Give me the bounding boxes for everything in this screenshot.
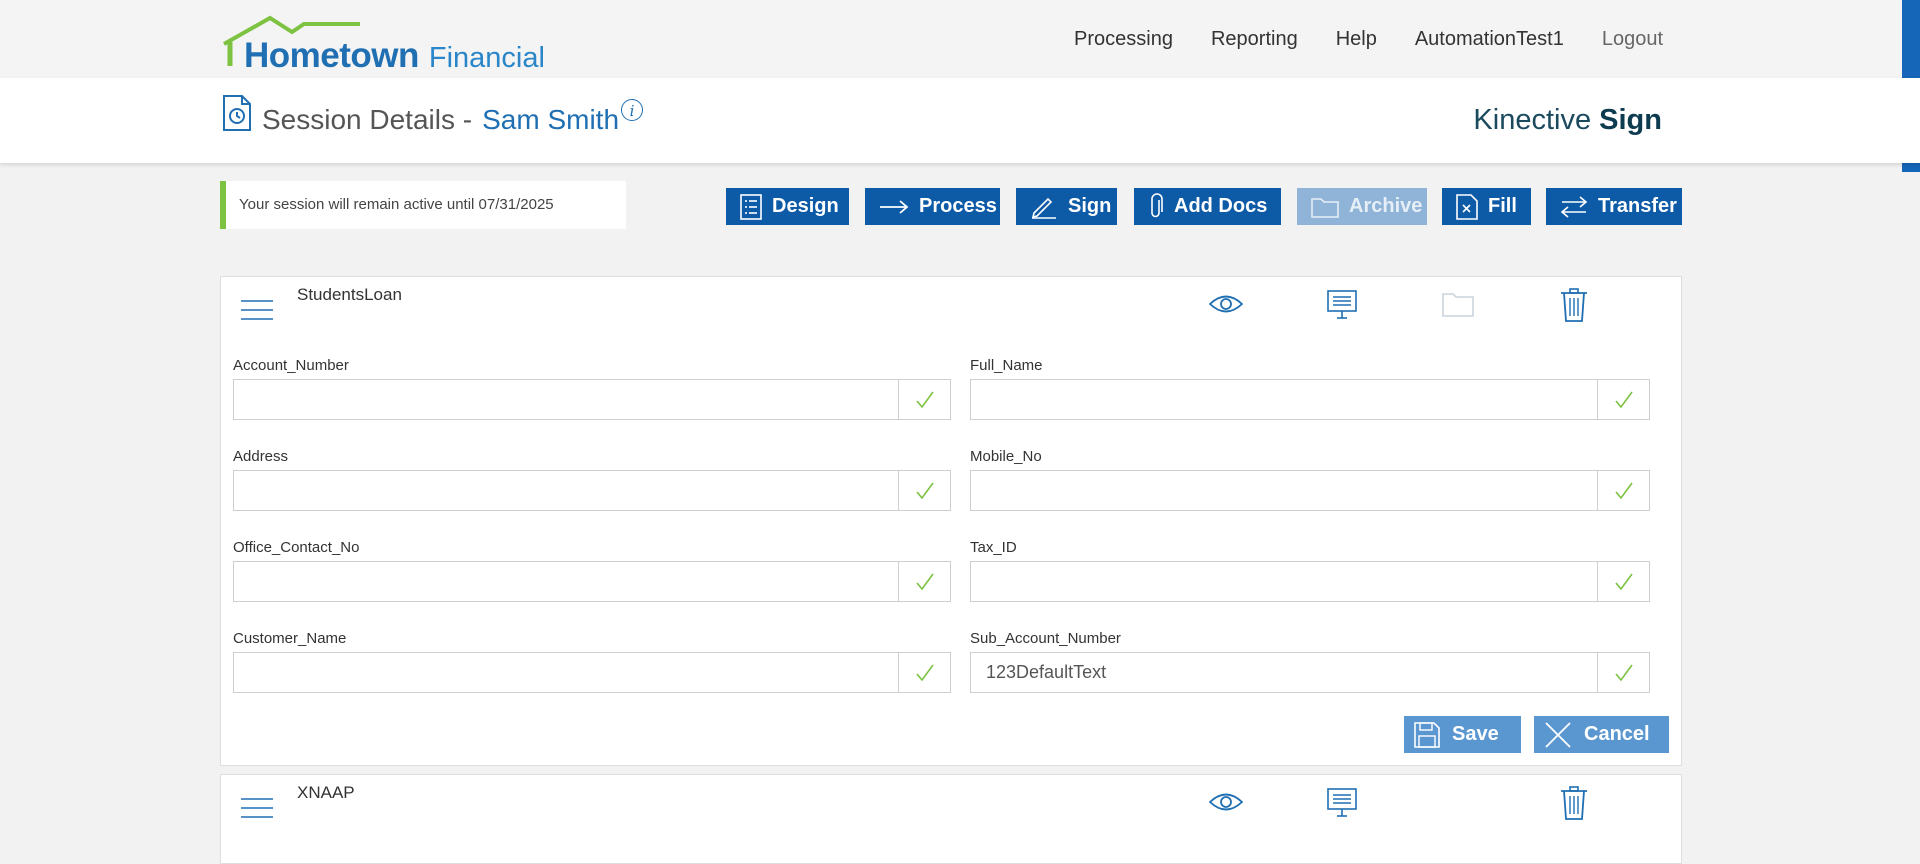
main-nav: Processing Reporting Help AutomationTest… [1074, 28, 1663, 51]
checkmark-icon[interactable] [1597, 471, 1649, 510]
brand-suffix: Financial [428, 42, 545, 74]
design-button[interactable]: Design [726, 188, 849, 225]
tax-id-input[interactable] [971, 562, 1598, 601]
cancel-button[interactable]: Cancel [1534, 716, 1669, 753]
field-label: Sub_Account_Number [970, 630, 1121, 647]
field-label: Customer_Name [233, 630, 347, 647]
brand-name: Hometown [244, 36, 419, 75]
fill-button[interactable]: Fill [1442, 188, 1531, 225]
checkmark-icon[interactable] [898, 471, 950, 510]
design-label: Design [772, 195, 839, 217]
field-label: Office_Contact_No [233, 539, 360, 556]
pen-signature-icon [1031, 197, 1056, 219]
eye-icon[interactable] [1209, 293, 1243, 315]
product-logo: Kinective Sign [1473, 104, 1662, 137]
product-name: Kinective [1473, 104, 1592, 136]
full-name-input[interactable] [971, 380, 1598, 419]
checkmark-icon[interactable] [1597, 562, 1649, 601]
field-label: Full_Name [970, 357, 1043, 374]
checkmark-icon[interactable] [1597, 653, 1649, 692]
process-label: Process [919, 195, 997, 217]
hometown-logo[interactable]: Hometown Financial [222, 14, 562, 75]
close-icon [1545, 721, 1571, 748]
document-title: StudentsLoan [297, 285, 402, 304]
page-title: Session Details - Sam Smith [262, 104, 619, 136]
address-input[interactable] [234, 471, 898, 510]
cancel-label: Cancel [1584, 723, 1650, 745]
page-title-prefix: Session Details - [262, 104, 473, 135]
add-docs-label: Add Docs [1174, 195, 1268, 217]
document-history-icon [223, 95, 251, 131]
document-panel-xnaap: XNAAP [220, 774, 1682, 864]
floppy-disk-icon [1414, 721, 1440, 748]
nav-processing[interactable]: Processing [1074, 28, 1173, 51]
sub-account-number-input[interactable] [971, 653, 1598, 692]
field-tax-id: Tax_ID [970, 539, 1650, 602]
folder-icon[interactable] [1442, 291, 1474, 317]
office-contact-no-input[interactable] [234, 562, 898, 601]
nav-logout[interactable]: Logout [1602, 28, 1663, 51]
info-icon[interactable]: i [621, 99, 643, 121]
customer-name: Sam Smith [482, 104, 620, 135]
account-number-input[interactable] [234, 380, 898, 419]
field-mobile-no: Mobile_No [970, 448, 1650, 511]
save-label: Save [1452, 723, 1499, 745]
field-label: Address [233, 448, 289, 465]
hamburger-menu-icon[interactable] [241, 299, 273, 321]
field-label: Account_Number [233, 357, 349, 374]
mobile-no-input[interactable] [971, 471, 1598, 510]
transfer-label: Transfer [1598, 195, 1677, 217]
arrow-right-icon [880, 199, 909, 214]
archive-label: Archive [1349, 195, 1423, 217]
document-panel-studentsloan: StudentsLoan Account_Number Full_Name Ad… [220, 276, 1682, 766]
field-account-number: Account_Number [233, 357, 951, 420]
sign-label: Sign [1068, 195, 1112, 217]
document-title: XNAAP [297, 783, 355, 802]
session-expiry-notice: Your session will remain active until 07… [220, 181, 626, 229]
fill-label: Fill [1488, 195, 1517, 217]
customer-name-input[interactable] [234, 653, 898, 692]
archive-button[interactable]: Archive [1297, 188, 1427, 225]
trash-icon[interactable] [1560, 786, 1588, 820]
transfer-arrows-icon [1560, 195, 1588, 218]
hamburger-menu-icon[interactable] [241, 797, 273, 819]
save-button[interactable]: Save [1404, 716, 1521, 753]
add-docs-button[interactable]: Add Docs [1134, 188, 1281, 225]
field-label: Mobile_No [970, 448, 1042, 465]
folder-icon [1311, 197, 1339, 218]
field-sub-account-number: Sub_Account_Number [970, 630, 1650, 693]
checkmark-icon[interactable] [898, 653, 950, 692]
eye-icon[interactable] [1209, 791, 1243, 813]
checkmark-icon[interactable] [898, 380, 950, 419]
monitor-icon[interactable] [1326, 787, 1358, 819]
trash-icon[interactable] [1560, 288, 1588, 322]
field-address: Address [233, 448, 951, 511]
process-button[interactable]: Process [865, 188, 1000, 225]
field-customer-name: Customer_Name [233, 630, 951, 693]
sign-button[interactable]: Sign [1016, 188, 1117, 225]
checkmark-icon[interactable] [898, 562, 950, 601]
paperclip-icon [1151, 192, 1163, 217]
field-label: Tax_ID [970, 539, 1017, 556]
field-office-contact-no: Office_Contact_No [233, 539, 951, 602]
form-fill-icon [1456, 193, 1478, 220]
product-name-bold: Sign [1599, 104, 1662, 136]
field-full-name: Full_Name [970, 357, 1650, 420]
nav-user[interactable]: AutomationTest1 [1415, 28, 1564, 51]
checklist-icon [740, 193, 762, 220]
checkmark-icon[interactable] [1597, 380, 1649, 419]
monitor-icon[interactable] [1326, 289, 1358, 321]
transfer-button[interactable]: Transfer [1546, 188, 1682, 225]
nav-help[interactable]: Help [1336, 28, 1377, 51]
nav-reporting[interactable]: Reporting [1211, 28, 1298, 51]
